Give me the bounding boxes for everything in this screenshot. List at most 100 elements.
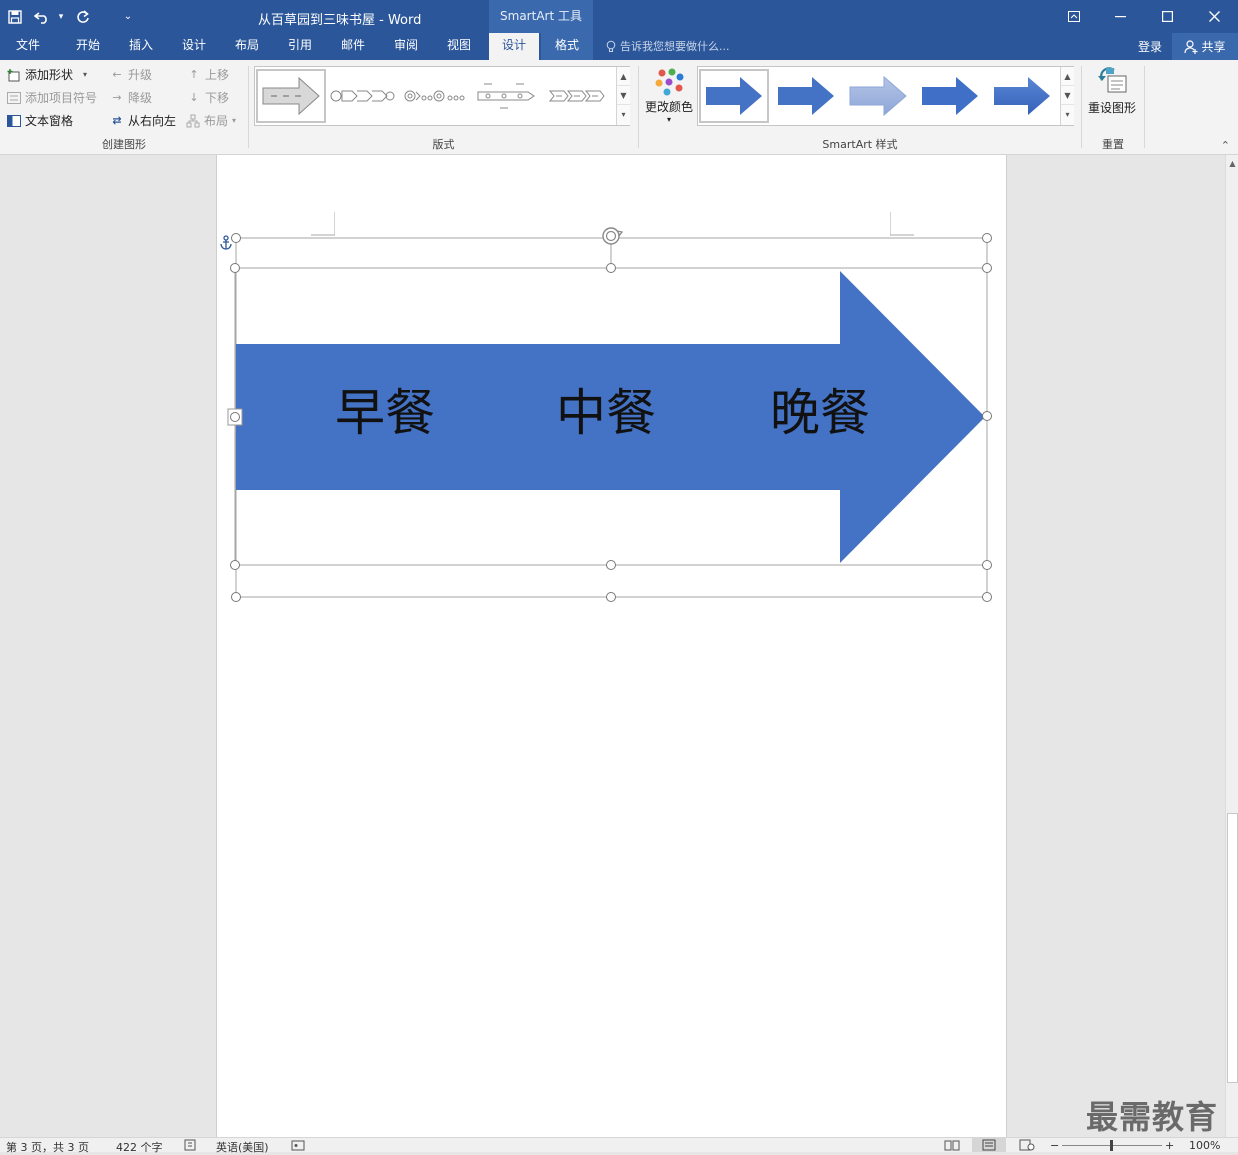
tab-insert[interactable]: 插入	[117, 33, 165, 60]
document-workspace: 早餐 中餐 晚餐 ▲	[0, 155, 1238, 1137]
zoom-level[interactable]: 100%	[1189, 1139, 1220, 1152]
smartart-item-breakfast[interactable]: 早餐	[335, 388, 435, 438]
move-up-label: 上移	[205, 68, 230, 82]
add-shape-button[interactable]: 添加形状 ▾	[7, 66, 87, 83]
layout-dropdown-icon: ▾	[232, 116, 237, 125]
promote-label: 升级	[128, 68, 153, 82]
change-colors-button[interactable]: 更改颜色 ▾	[643, 68, 695, 124]
gallery-up-icon[interactable]: ▲	[617, 67, 630, 86]
scroll-up-icon[interactable]: ▲	[1226, 157, 1238, 171]
group-separator	[1144, 66, 1145, 148]
zoom-slider-thumb[interactable]	[1110, 1140, 1113, 1151]
style-option-simple[interactable]	[699, 69, 769, 123]
document-page[interactable]: 早餐 中餐 晚餐	[216, 155, 1007, 1137]
layout-option-chevron-chain[interactable]	[328, 69, 398, 123]
add-bullet-button[interactable]: 添加项目符号	[7, 89, 97, 106]
arrow-down-icon: ↓	[189, 90, 199, 104]
create-graphic-group-label: 创建图形	[102, 138, 146, 151]
zoom-out-button[interactable]: −	[1050, 1139, 1059, 1152]
status-bar: 第 3 页，共 3 页 422 个字 英语(美国) − + 100%	[0, 1137, 1238, 1155]
style-option-moderate[interactable]	[915, 69, 985, 123]
close-icon[interactable]	[1191, 0, 1238, 33]
quick-access-toolbar: ▾ ⌄	[0, 0, 158, 33]
layout-option-timeline[interactable]	[472, 69, 542, 123]
tab-references[interactable]: 引用	[276, 33, 324, 60]
layout-option-basic-arrow[interactable]	[256, 69, 326, 123]
rotate-handle-icon[interactable]	[600, 225, 626, 247]
smartart-item-dinner[interactable]: 晚餐	[770, 388, 870, 438]
text-pane-button[interactable]: 文本窗格	[7, 112, 73, 129]
reset-graphic-label: 重设图形	[1087, 101, 1136, 115]
tab-mailings[interactable]: 邮件	[329, 33, 377, 60]
org-chart-icon	[186, 114, 200, 128]
smartart-styles-gallery[interactable]: ▲ ▼ ▾	[697, 66, 1074, 126]
page-count[interactable]: 第 3 页，共 3 页	[6, 1139, 89, 1155]
add-shape-dropdown-icon[interactable]: ▾	[83, 70, 87, 79]
share-label: 共享	[1201, 40, 1226, 54]
demote-label: 降级	[128, 91, 153, 105]
zoom-in-button[interactable]: +	[1165, 1139, 1174, 1152]
tab-smartart-design[interactable]: 设计	[489, 33, 539, 60]
vertical-scrollbar[interactable]: ▲	[1225, 155, 1238, 1137]
print-layout-icon[interactable]	[972, 1138, 1006, 1152]
collapse-ribbon-icon[interactable]: ⌃	[1221, 139, 1230, 152]
move-up-button[interactable]: ↑ 上移	[187, 66, 229, 83]
tab-review[interactable]: 审阅	[382, 33, 430, 60]
layout-label: 布局	[204, 114, 229, 128]
gallery-down-icon[interactable]: ▼	[1061, 86, 1074, 105]
layout-option-chevron-row[interactable]	[544, 69, 614, 123]
window-controls	[1050, 0, 1238, 33]
save-icon[interactable]	[0, 0, 30, 33]
color-palette-icon	[655, 68, 684, 96]
style-option-intense[interactable]	[987, 69, 1057, 123]
tab-layout[interactable]: 布局	[223, 33, 271, 60]
word-count[interactable]: 422 个字	[116, 1139, 163, 1155]
layouts-gallery[interactable]: ▲ ▼ ▾	[254, 66, 630, 126]
right-to-left-button[interactable]: ⇄ 从右向左	[110, 112, 176, 129]
login-link[interactable]: 登录	[1138, 38, 1162, 55]
gallery-more-icon[interactable]: ▾	[617, 105, 630, 124]
tab-file[interactable]: 文件	[4, 33, 52, 60]
share-button[interactable]: 共享	[1172, 33, 1238, 60]
change-colors-label: 更改颜色	[644, 100, 693, 114]
tell-me-placeholder: 告诉我您想要做什么...	[620, 40, 730, 53]
text-pane-label: 文本窗格	[25, 114, 74, 128]
smartart-tools-title: SmartArt 工具	[489, 0, 593, 33]
anchor-icon[interactable]	[219, 235, 233, 251]
smartart-item-lunch[interactable]: 中餐	[556, 388, 656, 438]
gallery-more-icon[interactable]: ▾	[1061, 105, 1074, 124]
layout-button[interactable]: 布局 ▾	[186, 112, 236, 129]
language-indicator[interactable]: 英语(美国)	[216, 1139, 269, 1155]
demote-button[interactable]: → 降级	[110, 89, 152, 106]
style-option-subtle[interactable]	[771, 69, 841, 123]
add-shape-label: 添加形状	[25, 68, 74, 82]
tab-view[interactable]: 视图	[435, 33, 483, 60]
reset-graphic-button[interactable]: 重设图形	[1086, 66, 1138, 116]
add-shape-icon	[7, 68, 21, 82]
gallery-up-icon[interactable]: ▲	[1061, 67, 1074, 86]
undo-dropdown-icon[interactable]: ▾	[54, 0, 68, 33]
customize-qat-icon[interactable]: ⌄	[98, 0, 158, 33]
tab-home[interactable]: 开始	[64, 33, 112, 60]
tell-me-box[interactable]: 告诉我您想要做什么...	[606, 38, 730, 54]
layouts-gallery-scroll[interactable]: ▲ ▼ ▾	[616, 67, 630, 125]
move-down-button[interactable]: ↓ 下移	[187, 89, 229, 106]
ribbon-display-options-icon[interactable]	[1050, 0, 1097, 33]
minimize-icon[interactable]	[1097, 0, 1144, 33]
redo-icon[interactable]	[68, 0, 98, 33]
layout-option-circle-chain[interactable]	[400, 69, 470, 123]
tab-smartart-format[interactable]: 格式	[541, 33, 593, 60]
title-bar: ▾ ⌄ 从百草园到三味书屋 - Word SmartArt 工具	[0, 0, 1238, 33]
gallery-down-icon[interactable]: ▼	[617, 86, 630, 105]
maximize-icon[interactable]	[1144, 0, 1191, 33]
move-down-label: 下移	[205, 91, 230, 105]
text-pane-icon	[7, 114, 21, 128]
undo-icon[interactable]	[30, 0, 54, 33]
styles-gallery-scroll[interactable]: ▲ ▼ ▾	[1060, 67, 1074, 125]
tab-design[interactable]: 设计	[170, 33, 218, 60]
bullet-list-icon	[7, 91, 21, 105]
scrollbar-thumb[interactable]	[1227, 813, 1238, 1083]
right-to-left-label: 从右向左	[128, 114, 177, 128]
promote-button[interactable]: ← 升级	[110, 66, 152, 83]
style-option-light[interactable]	[843, 69, 913, 123]
